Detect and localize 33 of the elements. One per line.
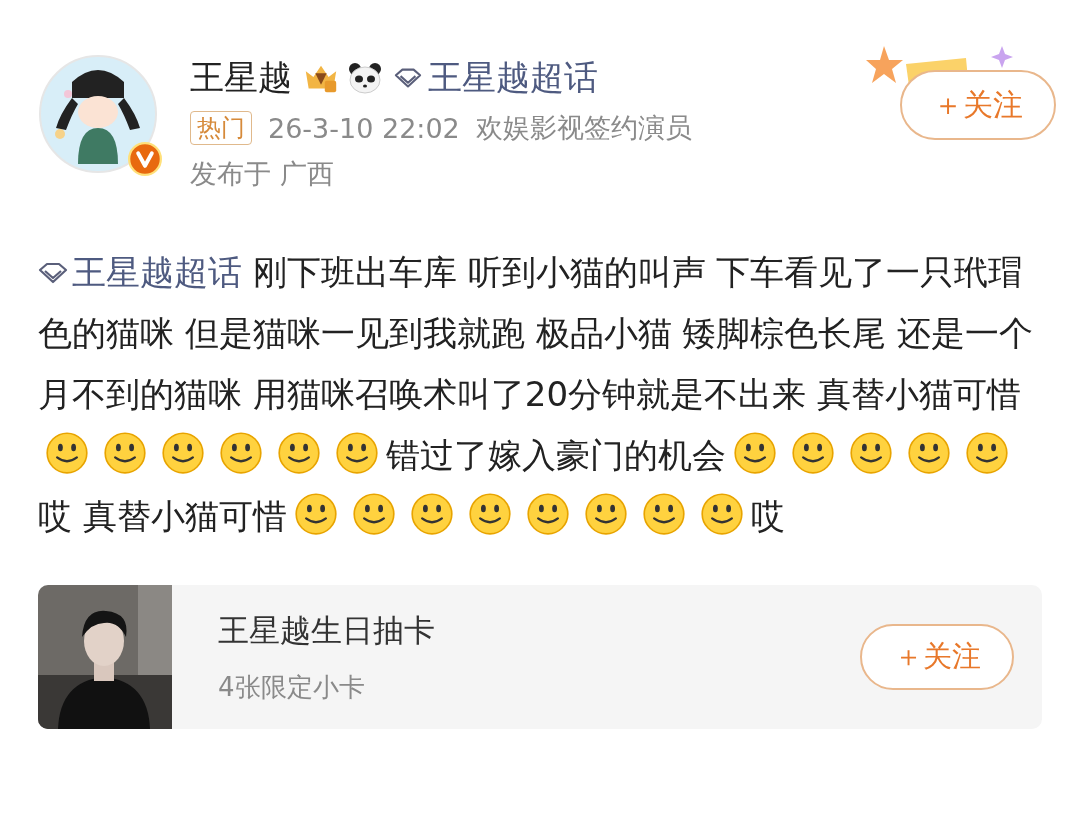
post-text: 王星越超话 刚下班出车库 听到小猫的叫声 下车看见了一只玳瑁色的猫咪 但是猫咪一见到我就跑 极品小猫 矮脚棕色长尾 还是一个月不到的猫咪 用猫咪召唤术叫了20分钟就是不出来 真替小猫可惜 错过了嫁入豪门的机会 哎 真替小猫可惜 哎	[38, 251, 1035, 538]
smiley-icon	[641, 492, 686, 536]
smiley-icon	[733, 431, 777, 475]
smiley-icon	[525, 492, 570, 536]
diamond-icon	[394, 67, 422, 89]
smiley-icon	[583, 492, 628, 536]
user-name[interactable]: 王星越	[190, 55, 292, 101]
diamond-icon	[38, 262, 68, 284]
avatar-icon[interactable]	[38, 54, 158, 174]
post-location: 发布于 广西	[190, 158, 334, 189]
smiley-icon	[161, 431, 205, 475]
smiley-icon	[351, 492, 396, 536]
smiley-icon	[849, 431, 893, 475]
hot-tag: 热门	[190, 111, 252, 145]
panda-icon	[346, 61, 384, 95]
smiley-icon	[103, 431, 147, 475]
card-title[interactable]: 王星越生日抽卡	[218, 609, 860, 652]
user-description: 欢娱影视签约演员	[475, 111, 692, 145]
smiley-icon	[293, 492, 338, 536]
smiley-icon	[699, 492, 744, 536]
smiley-icon	[219, 431, 263, 475]
smiley-icon	[907, 431, 951, 475]
card-subtitle: 4张限定小卡	[218, 670, 366, 704]
smiley-icon	[277, 431, 321, 475]
smiley-icon	[409, 492, 454, 536]
smiley-icon	[467, 492, 512, 536]
smiley-icon	[791, 431, 835, 475]
topic-link[interactable]: 王星越超话	[38, 252, 242, 292]
smiley-icon	[965, 431, 1009, 475]
smiley-icon	[45, 431, 89, 475]
smiley-icon	[335, 431, 379, 475]
super-topic-link[interactable]: 王星越超话	[428, 55, 598, 101]
post-time: 26-3-10 22:02	[268, 112, 460, 144]
